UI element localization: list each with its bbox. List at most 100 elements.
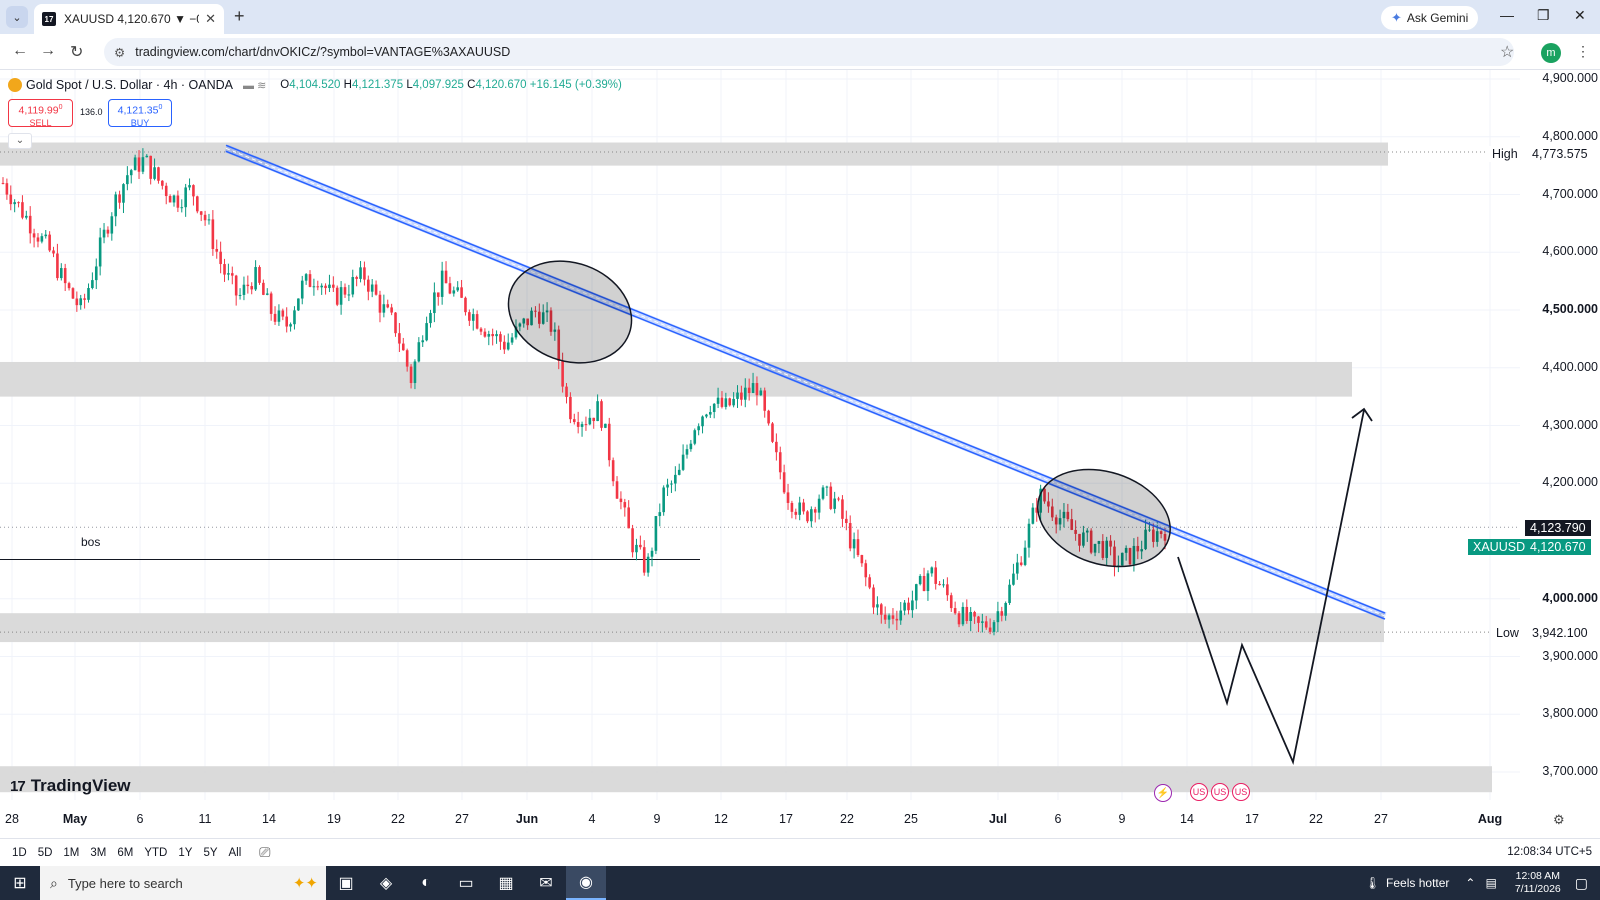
- buy-button[interactable]: 4,121.350 BUY: [108, 99, 172, 128]
- network-icon[interactable]: ▤: [1485, 876, 1496, 890]
- range-button-6m[interactable]: 6M: [117, 847, 133, 859]
- weather-text[interactable]: Feels hotter: [1386, 876, 1449, 890]
- tab-title: XAUUSD 4,120.670 ▼ −0.08% U: [64, 12, 199, 26]
- candle-body: [1027, 523, 1031, 548]
- window-close-icon[interactable]: ✕: [1574, 7, 1586, 24]
- notifications-icon[interactable]: ▢: [1575, 875, 1588, 892]
- collapse-legend-chevron-icon[interactable]: ⌄: [8, 133, 32, 149]
- tab-search-button[interactable]: ⌄: [6, 6, 28, 28]
- range-button-1y[interactable]: 1Y: [178, 847, 192, 859]
- candle-body: [701, 416, 704, 427]
- tray-chevron-icon[interactable]: ⌃: [1465, 876, 1475, 890]
- file-explorer-icon[interactable]: ▭: [446, 866, 486, 900]
- weather-icon[interactable]: 🌡: [1365, 876, 1380, 890]
- candle-body: [810, 509, 813, 522]
- bos-annotation[interactable]: bos: [79, 535, 103, 549]
- candle-body: [942, 584, 945, 586]
- candle-body: [79, 298, 83, 306]
- candle-body: [67, 283, 71, 289]
- symbol-legend[interactable]: Gold Spot / U.S. Dollar · 4h · OANDA ▬ ≋…: [8, 78, 622, 92]
- candle-body: [600, 401, 603, 428]
- candle-body: [802, 502, 805, 512]
- us-flag-icon[interactable]: US: [1190, 783, 1208, 801]
- price-axis-label: 4,400.000: [1542, 359, 1598, 374]
- taskbar-search[interactable]: ⌕ Type here to search ✦✦: [40, 866, 326, 900]
- range-button-1m[interactable]: 1M: [63, 847, 79, 859]
- candle-body: [223, 264, 226, 275]
- candle-body: [102, 229, 106, 238]
- us-flag-icon[interactable]: US: [1232, 783, 1250, 801]
- candle-body: [623, 502, 627, 508]
- close-icon[interactable]: ✕: [205, 11, 216, 27]
- taskbar-clock[interactable]: 12:08 AM 7/11/2026: [1515, 870, 1561, 896]
- candle-body: [332, 284, 335, 288]
- candle-body: [405, 350, 409, 367]
- settings-gear-icon[interactable]: ⚙: [1553, 812, 1565, 828]
- candle-body: [269, 293, 273, 314]
- candle-body: [258, 267, 261, 283]
- chart-area[interactable]: [0, 70, 1600, 850]
- price-chart[interactable]: [0, 70, 1600, 850]
- bookmark-star-icon[interactable]: ☆: [1500, 42, 1514, 62]
- candle-body: [335, 287, 339, 305]
- candle-body: [242, 284, 246, 295]
- candle-body: [343, 287, 347, 295]
- candle-body: [977, 616, 980, 623]
- browser-tab-strip: ⌄ 17 XAUUSD 4,120.670 ▼ −0.08% U ✕ + ✦ A…: [0, 0, 1600, 34]
- range-button-3m[interactable]: 3M: [90, 847, 106, 859]
- profile-avatar[interactable]: m: [1541, 43, 1561, 63]
- candle-body: [607, 423, 611, 461]
- restore-icon[interactable]: ❐: [1537, 7, 1550, 24]
- candle-body: [592, 417, 596, 422]
- task-view-icon[interactable]: ▣: [326, 866, 366, 900]
- sell-button[interactable]: 4,119.990 SELL: [8, 99, 73, 128]
- range-button-ytd[interactable]: YTD: [144, 847, 167, 859]
- candle-body: [732, 398, 735, 406]
- reload-icon[interactable]: ↻: [70, 42, 83, 62]
- new-tab-button[interactable]: +: [234, 6, 245, 27]
- minimize-icon[interactable]: —: [1500, 7, 1514, 23]
- forward-arrow-icon[interactable]: →: [40, 42, 56, 60]
- range-button-5d[interactable]: 5D: [38, 847, 53, 859]
- candle-body: [370, 284, 374, 292]
- time-axis-label: 4: [588, 812, 596, 826]
- candle-body: [751, 383, 755, 394]
- projection-path: [1177, 409, 1365, 765]
- us-flag-icon[interactable]: US: [1211, 783, 1229, 801]
- tradingview-logo[interactable]: 17 TradingView: [10, 776, 131, 796]
- ask-gemini-button[interactable]: ✦ Ask Gemini: [1381, 6, 1479, 30]
- microsoft-store-icon[interactable]: ▦: [486, 866, 526, 900]
- go-to-date-icon[interactable]: ⎚: [259, 844, 270, 861]
- candle-body: [499, 334, 502, 342]
- edge-browser-icon[interactable]: ◐: [406, 866, 446, 900]
- range-button-1d[interactable]: 1D: [12, 847, 27, 859]
- candle-body: [180, 207, 184, 209]
- range-button-all[interactable]: All: [229, 847, 242, 859]
- candle-body: [627, 507, 630, 529]
- address-bar[interactable]: ⚙ tradingview.com/chart/dnvOKICz/?symbol…: [104, 38, 1514, 66]
- lightning-event-icon[interactable]: ⚡: [1154, 784, 1172, 802]
- taskbar-search-placeholder: Type here to search: [67, 875, 183, 891]
- back-arrow-icon[interactable]: ←: [12, 42, 28, 60]
- candle-body: [880, 604, 883, 615]
- price-axis-label: 4,800.000: [1542, 128, 1598, 143]
- candle-body: [32, 233, 36, 238]
- economic-events[interactable]: US US US: [1190, 783, 1250, 801]
- candle-body: [829, 486, 833, 509]
- chart-clock[interactable]: 12:08:34 UTC+5: [1507, 846, 1592, 858]
- browser-menu-icon[interactable]: ⋮: [1576, 43, 1590, 60]
- candle-body: [355, 277, 358, 279]
- site-info-icon[interactable]: ⚙: [114, 45, 125, 60]
- mail-icon[interactable]: ✉: [526, 866, 566, 900]
- indicator-toggle-icon[interactable]: ▬ ≋: [243, 79, 266, 92]
- windows-start-icon[interactable]: ⊞: [0, 866, 40, 900]
- candle-body: [133, 157, 137, 171]
- copilot-icon[interactable]: ◈: [366, 866, 406, 900]
- candle-body: [697, 426, 700, 431]
- browser-tab[interactable]: 17 XAUUSD 4,120.670 ▼ −0.08% U ✕: [34, 4, 224, 34]
- range-button-5y[interactable]: 5Y: [203, 847, 217, 859]
- candle-body: [510, 337, 514, 343]
- candle-body: [755, 383, 759, 396]
- chrome-icon[interactable]: ◉: [566, 866, 606, 900]
- candle-body: [996, 611, 1000, 623]
